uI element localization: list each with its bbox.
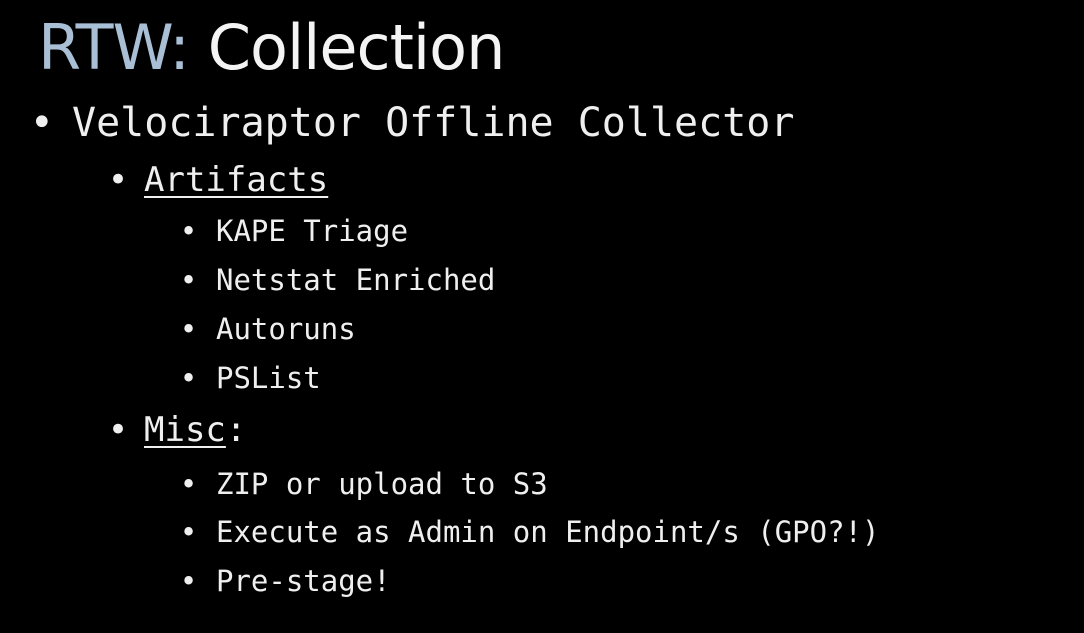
artifact-item: PSList bbox=[216, 361, 321, 395]
slide-title: RTW: Collection bbox=[38, 8, 506, 88]
misc-item: Pre-stage! bbox=[216, 564, 391, 598]
list-item: Netstat Enriched bbox=[216, 261, 495, 299]
bullet-dot: • bbox=[30, 100, 54, 146]
misc-item: ZIP or upload to S3 bbox=[216, 467, 548, 501]
list-item: PSList bbox=[216, 359, 321, 397]
artifact-item: Autoruns bbox=[216, 312, 356, 346]
bullet-dot: • bbox=[180, 214, 198, 248]
bullet-velociraptor: Velociraptor Offline Collector bbox=[72, 98, 794, 148]
artifacts-heading: Artifacts bbox=[144, 160, 329, 200]
bullet-dot: • bbox=[180, 515, 198, 549]
misc-heading: Misc bbox=[144, 410, 226, 450]
bullet-dot: • bbox=[180, 312, 198, 346]
bullet-misc: Misc: bbox=[144, 408, 246, 452]
slide: RTW: Collection • Velociraptor Offline C… bbox=[0, 0, 1084, 633]
bullet-dot: • bbox=[180, 361, 198, 395]
artifact-item: KAPE Triage bbox=[216, 214, 409, 248]
list-item: Autoruns bbox=[216, 310, 356, 348]
list-item: Execute as Admin on Endpoint/s (GPO?!) bbox=[216, 513, 879, 551]
list-item: Pre-stage! bbox=[216, 562, 391, 600]
artifact-item: Netstat Enriched bbox=[216, 263, 496, 297]
bullet-dot: • bbox=[180, 564, 198, 598]
bullet-artifacts: Artifacts bbox=[144, 158, 328, 202]
misc-item: Execute as Admin on Endpoint/s (GPO?!) bbox=[216, 515, 880, 549]
bullet-dot: • bbox=[180, 467, 198, 501]
bullet-dot: • bbox=[180, 263, 198, 297]
bullet-dot: • bbox=[108, 160, 129, 200]
misc-suffix: : bbox=[225, 410, 247, 450]
list-item: KAPE Triage bbox=[216, 212, 408, 250]
title-prefix: RTW: bbox=[38, 11, 190, 84]
bullet-text: Velociraptor Offline Collector bbox=[72, 100, 795, 146]
list-item: ZIP or upload to S3 bbox=[216, 465, 548, 503]
bullet-dot: • bbox=[108, 410, 129, 450]
title-main: Collection bbox=[207, 11, 506, 84]
